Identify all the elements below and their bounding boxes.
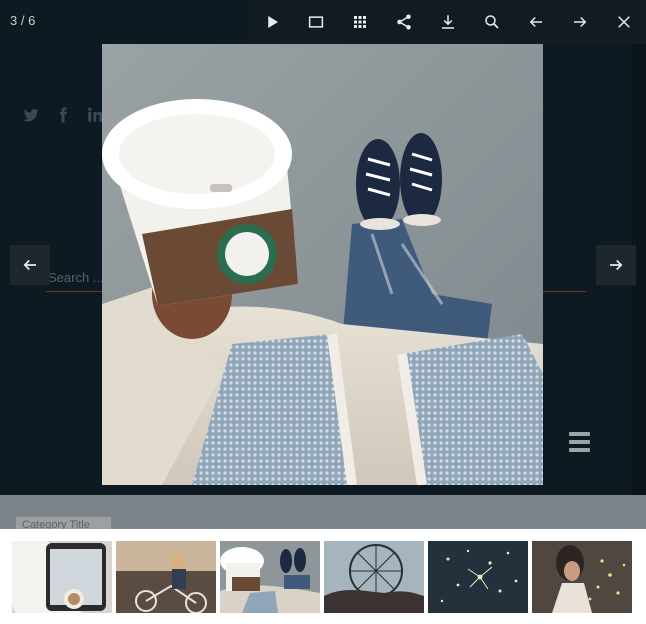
toolbar-prev-button[interactable] xyxy=(514,0,558,44)
thumbnails-button[interactable] xyxy=(338,0,382,44)
thumbnail-2[interactable] xyxy=(116,541,216,613)
twitter-icon xyxy=(22,106,40,124)
hamburger-menu-icon[interactable] xyxy=(569,432,590,452)
toolbar-next-button[interactable] xyxy=(558,0,602,44)
fullscreen-button[interactable] xyxy=(294,0,338,44)
download-icon xyxy=(442,15,454,29)
thumbnail-1[interactable] xyxy=(12,541,112,613)
zoom-icon xyxy=(485,15,499,29)
facebook-icon xyxy=(54,106,72,124)
play-icon xyxy=(268,16,278,28)
zoom-button[interactable] xyxy=(470,0,514,44)
slideshow-play-button[interactable] xyxy=(250,0,294,44)
search-placeholder: Search ... xyxy=(48,270,104,285)
arrow-left-icon xyxy=(23,259,36,271)
thumbnail-6[interactable] xyxy=(532,541,632,613)
thumbnail-4[interactable] xyxy=(324,541,424,613)
thumbnail-3[interactable] xyxy=(220,541,320,613)
lightbox-toolbar xyxy=(250,0,646,44)
slide-counter: 3 / 6 xyxy=(10,13,36,28)
close-button[interactable] xyxy=(602,0,646,44)
arrow-left-icon xyxy=(529,16,542,28)
thumbnail-5[interactable] xyxy=(428,541,528,613)
lightbox-main-image[interactable] xyxy=(102,44,543,485)
next-slide-button[interactable] xyxy=(596,245,636,285)
download-button[interactable] xyxy=(426,0,470,44)
arrow-right-icon xyxy=(574,16,587,28)
lightbox-stage: Search ... Category Title 3 / 6 xyxy=(0,0,646,624)
share-button[interactable] xyxy=(382,0,426,44)
grid-icon xyxy=(354,16,366,28)
share-icon xyxy=(397,14,411,30)
social-links xyxy=(22,106,104,124)
arrow-right-icon xyxy=(610,259,623,271)
thumbnail-strip xyxy=(0,529,646,624)
prev-slide-button[interactable] xyxy=(10,245,50,285)
close-icon xyxy=(618,16,630,28)
fullscreen-icon xyxy=(308,16,324,28)
